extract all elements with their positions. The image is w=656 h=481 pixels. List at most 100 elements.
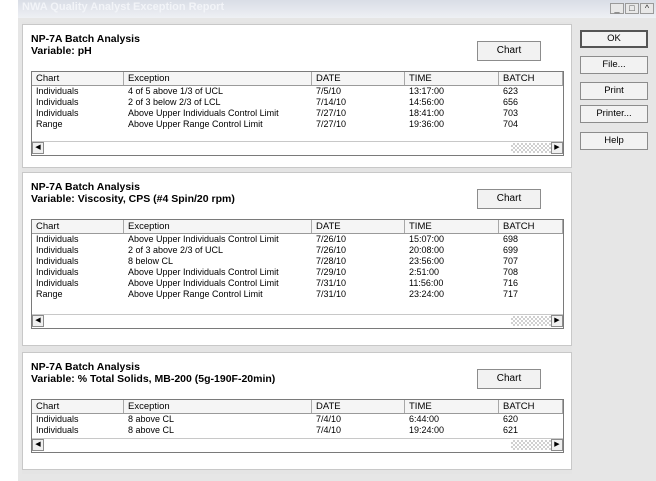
cell-chart: Individuals [36,97,79,107]
cell-date: 7/28/10 [316,256,347,266]
scroll-thumb[interactable] [511,440,551,450]
column-header-chart[interactable]: Chart [32,72,124,85]
table-row[interactable]: Individuals 2 of 3 below 2/3 of LCL 7/14/1… [32,97,563,108]
column-header-chart[interactable]: Chart [32,220,124,233]
exception-table[interactable]: Chart Exception DATE TIME BATCH Individuals 8 … [31,399,564,453]
table-row[interactable]: Individuals 8 above CL 7/4/10 6:44:00 620 [32,414,563,425]
cell-date: 7/14/10 [316,97,347,107]
cell-exception: 8 above CL [128,414,175,424]
exception-table[interactable]: Chart Exception DATE TIME BATCH Individuals Ab… [31,219,564,329]
column-header-batch[interactable]: BATCH [499,72,563,85]
horizontal-scrollbar[interactable]: ◀ ▶ [32,141,563,155]
cell-time: 13:17:00 [409,86,445,96]
column-header-chart[interactable]: Chart [32,400,124,413]
cell-date: 7/31/10 [316,289,347,299]
cell-chart: Individuals [36,267,79,277]
maximize-icon[interactable]: □ [625,3,639,14]
cell-time: 11:56:00 [409,278,444,288]
cell-batch: 620 [503,414,519,424]
window-titlebar[interactable]: NWA Quality Analyst Exception Report [18,0,656,18]
panel-title: NP-7A Batch Analysis [31,181,140,193]
cell-exception: Above Upper Individuals Control Limit [128,278,279,288]
horizontal-scrollbar[interactable]: ◀ ▶ [32,314,563,328]
column-header-batch[interactable]: BATCH [499,220,563,233]
cell-exception: 2 of 3 below 2/3 of LCL [128,97,221,107]
table-row[interactable]: Range Above Upper Range Control Limit 7/31… [32,289,563,300]
minimize-icon[interactable]: _ [610,3,624,14]
cell-time: 19:36:00 [409,119,445,129]
cell-batch: 707 [503,256,519,266]
column-header-exception[interactable]: Exception [124,72,312,85]
cell-chart: Individuals [36,245,79,255]
horizontal-scrollbar[interactable]: ◀ ▶ [32,438,563,452]
column-header-time[interactable]: TIME [405,72,499,85]
table-row[interactable]: Individuals Above Upper Individuals Contr… [32,234,563,245]
column-header-exception[interactable]: Exception [124,400,312,413]
print-button[interactable]: Print [580,82,648,100]
cell-exception: 2 of 3 above 2/3 of UCL [128,245,224,255]
column-header-batch[interactable]: BATCH [499,400,563,413]
printer-button[interactable]: Printer... [580,105,648,123]
scroll-thumb[interactable] [511,143,551,153]
chart-button[interactable]: Chart [477,41,541,61]
cell-date: 7/26/10 [316,245,347,255]
table-row[interactable]: Individuals 2 of 3 above 2/3 of UCL 7/26/1… [32,245,563,256]
column-header-exception[interactable]: Exception [124,220,312,233]
cell-batch: 623 [503,86,519,96]
report-content: NP-7A Batch Analysis Variable: pH Chart Cha… [22,22,572,474]
cell-time: 20:08:00 [409,245,445,255]
exception-table[interactable]: Chart Exception DATE TIME BATCH Individuals 4 … [31,71,564,156]
table-row[interactable]: Individuals 4 of 5 above 1/3 of UCL 7/5/10… [32,86,563,97]
cell-chart: Individuals [36,234,79,244]
table-row[interactable]: Individuals Above Upper Individuals Contr… [32,278,563,289]
cell-chart: Range [36,289,63,299]
scroll-right-icon[interactable]: ▶ [551,315,563,327]
report-panel: NP-7A Batch Analysis Variable: pH Chart Cha… [22,24,572,168]
scroll-right-icon[interactable]: ▶ [551,142,563,154]
column-header-time[interactable]: TIME [405,400,499,413]
table-row[interactable]: Individuals 8 below CL 7/28/10 23:56:00 707 [32,256,563,267]
panel-variable: Variable: pH [31,45,92,57]
scroll-left-icon[interactable]: ◀ [32,315,44,327]
column-header-time[interactable]: TIME [405,220,499,233]
scroll-left-icon[interactable]: ◀ [32,439,44,451]
scroll-right-icon[interactable]: ▶ [551,439,563,451]
table-header: Chart Exception DATE TIME BATCH [32,72,563,86]
caret-up-icon[interactable]: ^ [640,3,654,14]
column-header-date[interactable]: DATE [312,400,405,413]
table-row[interactable]: Individuals Above Upper Individuals Contr… [32,267,563,278]
table-header: Chart Exception DATE TIME BATCH [32,220,563,234]
table-row[interactable]: Individuals 8 above CL 7/4/10 19:24:00 621 [32,425,563,436]
table-row[interactable]: Range Above Upper Range Control Limit 7/27… [32,119,563,130]
cell-exception: Above Upper Individuals Control Limit [128,234,279,244]
window-controls: _ □ ^ [610,3,654,15]
cell-date: 7/4/10 [316,425,342,435]
file-button[interactable]: File... [580,56,648,74]
chart-button[interactable]: Chart [477,369,541,389]
report-panel: NP-7A Batch Analysis Variable: % Total So… [22,352,572,470]
scroll-left-icon[interactable]: ◀ [32,142,44,154]
cell-batch: 621 [503,425,519,435]
ok-button[interactable]: OK [580,30,648,48]
panel-title: NP-7A Batch Analysis [31,33,140,45]
panel-title: NP-7A Batch Analysis [31,361,140,373]
cell-date: 7/5/10 [316,86,342,96]
cell-exception: Above Upper Range Control Limit [128,119,263,129]
cell-batch: 656 [503,97,519,107]
column-header-date[interactable]: DATE [312,220,405,233]
window-title: NWA Quality Analyst Exception Report [22,1,225,13]
cell-batch: 703 [503,108,519,118]
panel-variable: Variable: % Total Solids, MB-200 (5g-190… [31,373,276,385]
cell-time: 23:24:00 [409,289,445,299]
cell-batch: 704 [503,119,519,129]
cell-date: 7/29/10 [316,267,347,277]
cell-date: 7/4/10 [316,414,342,424]
chart-button[interactable]: Chart [477,189,541,209]
cell-chart: Range [36,119,63,129]
help-button[interactable]: Help [580,132,648,150]
scroll-thumb[interactable] [511,316,551,326]
table-row[interactable]: Individuals Above Upper Individuals Contr… [32,108,563,119]
column-header-date[interactable]: DATE [312,72,405,85]
cell-chart: Individuals [36,108,79,118]
cell-chart: Individuals [36,414,79,424]
